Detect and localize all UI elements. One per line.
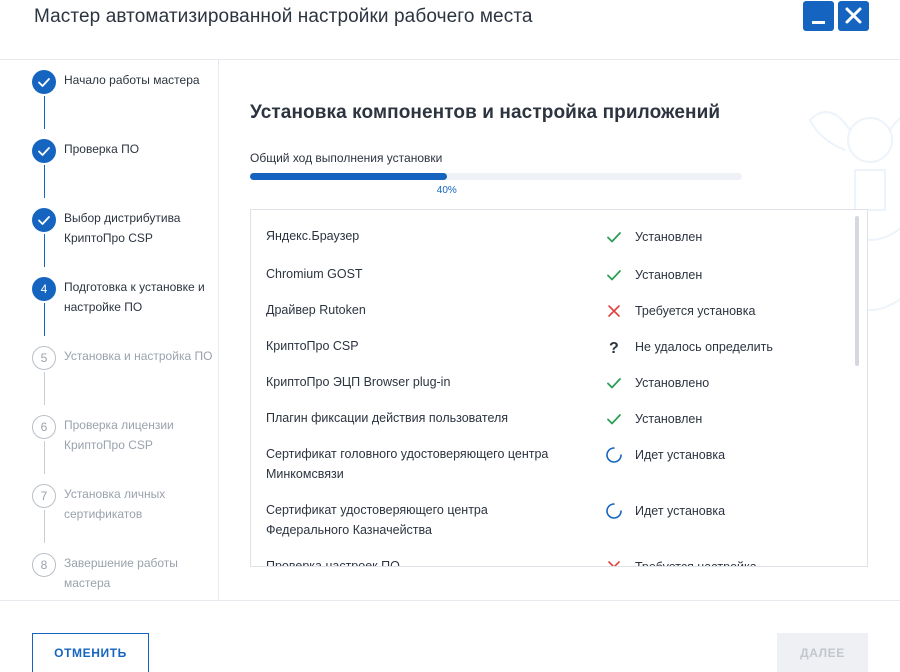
component-name: КриптоПро ЭЦП Browser plug-in: [266, 375, 451, 389]
step-number: 5: [32, 346, 56, 370]
progress-label: Общий ход выполнения установки: [250, 151, 443, 165]
component-status: Установлен: [635, 268, 703, 282]
step-number: 8: [32, 553, 56, 577]
step-label: Проверка лицензии КриптоПро CSP: [64, 418, 174, 452]
spinner-icon: [606, 503, 622, 519]
step-label: Начало работы мастера: [64, 73, 200, 87]
component-status: Требуется настройка: [635, 560, 757, 567]
step-connector: [44, 441, 45, 474]
step-connector: [44, 372, 45, 405]
svg-text:?: ?: [609, 340, 619, 356]
wizard-steps-sidebar: Начало работы мастера Проверка ПО Выбор …: [0, 60, 219, 600]
components-list[interactable]: Яндекс.Браузер Установлен Chromium GOST …: [250, 209, 868, 567]
progress-percent: 40%: [436, 185, 457, 196]
step-label: Подготовка к установке и настройке ПО: [64, 280, 205, 314]
step-number: 4: [32, 277, 56, 301]
step-number: 7: [32, 484, 56, 508]
main-content: Установка компонентов и настройка прилож…: [220, 60, 900, 600]
close-button[interactable]: [838, 1, 869, 31]
check-icon: [607, 378, 621, 389]
component-status: Идет установка: [635, 448, 726, 462]
step-label: Выбор дистрибутива КриптоПро CSP: [64, 211, 181, 245]
overall-progress-bar: [250, 173, 742, 180]
step-label: Проверка ПО: [64, 142, 140, 156]
component-status: Установлен: [635, 230, 703, 244]
cross-icon: [608, 305, 620, 317]
close-icon: [845, 7, 862, 24]
spinner-icon: [606, 447, 622, 463]
step-label: Установка личных сертификатов: [64, 487, 166, 521]
wizard-footer: ОТМЕНИТЬ ДАЛЕЕ: [0, 600, 900, 672]
component-status: Установлено: [635, 376, 710, 390]
step-done-check-icon: [32, 70, 56, 94]
component-name: Chromium GOST: [266, 267, 363, 281]
component-name: КриптоПро CSP: [266, 339, 359, 353]
component-name: Драйвер Rutoken: [266, 303, 366, 317]
component-name: Сертификат удостоверяющего центра Федера…: [266, 503, 488, 537]
step-label: Установка и настройка ПО: [64, 349, 213, 363]
check-icon: [607, 232, 621, 243]
cancel-button[interactable]: ОТМЕНИТЬ: [32, 633, 149, 672]
step-connector: [44, 96, 45, 129]
component-name: Сертификат головного удостоверяющего цен…: [266, 447, 549, 481]
step-done-check-icon: [32, 139, 56, 163]
step-connector: [44, 165, 45, 198]
minimize-icon: [812, 21, 825, 24]
step-label: Завершение работы мастера: [64, 556, 178, 590]
step-connector: [44, 303, 45, 336]
question-icon: ?: [609, 340, 619, 356]
section-title: Установка компонентов и настройка прилож…: [250, 102, 721, 123]
check-icon: [607, 270, 621, 281]
check-icon: [607, 414, 621, 425]
minimize-button[interactable]: [803, 1, 834, 31]
step-number: 6: [32, 415, 56, 439]
cross-icon: [608, 561, 620, 566]
component-status: Не удалось определить: [635, 340, 773, 354]
component-status: Идет установка: [635, 504, 726, 518]
window-header: Мастер автоматизированной настройки рабо…: [0, 0, 900, 60]
window-title: Мастер автоматизированной настройки рабо…: [34, 6, 533, 27]
progress-bar-fill: [250, 173, 447, 180]
component-status: Установлен: [635, 412, 703, 426]
step-connector: [44, 510, 45, 543]
step-done-check-icon: [32, 208, 56, 232]
next-button[interactable]: ДАЛЕЕ: [777, 633, 868, 672]
components-scrollbar[interactable]: [855, 216, 859, 366]
component-name: Яндекс.Браузер: [266, 229, 360, 243]
step-connector: [44, 234, 45, 267]
component-name: Плагин фиксации действия пользователя: [266, 411, 509, 425]
component-status: Требуется установка: [635, 304, 756, 318]
component-name: Проверка настроек ПО: [266, 559, 400, 567]
